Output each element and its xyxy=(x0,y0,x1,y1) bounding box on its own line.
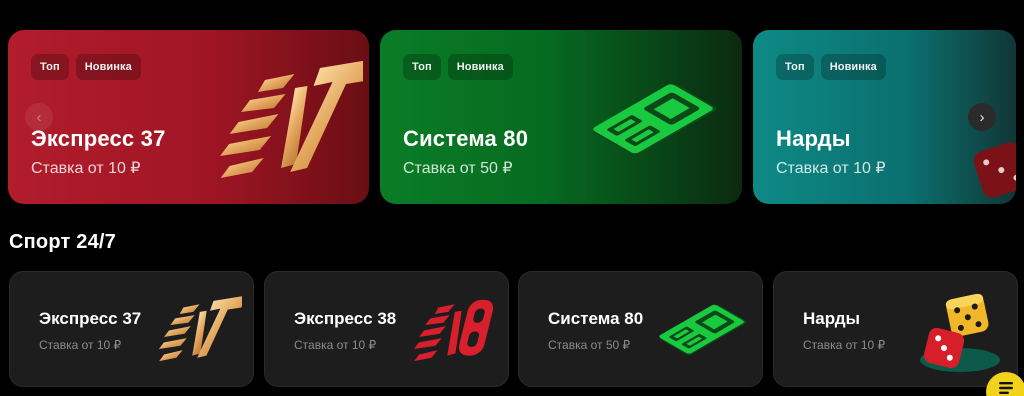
carousel-prev-button[interactable]: ‹ xyxy=(25,103,53,131)
tag-top: Топ xyxy=(776,54,814,80)
tag-top: Топ xyxy=(31,54,69,80)
express-38-logo xyxy=(413,299,494,362)
card-subtitle: Ставка от 10 ₽ xyxy=(294,338,377,352)
sistema-80-logo xyxy=(659,304,747,356)
banner-express-37[interactable]: Топ Новинка Экспресс 37 Ставка от 10 ₽ xyxy=(8,30,369,204)
card-subtitle: Ставка от 50 ₽ xyxy=(548,338,631,352)
game-card-express-38[interactable]: Экспресс 38 Ставка от 10 ₽ xyxy=(264,271,509,387)
banner-sistema-80[interactable]: Топ Новинка Система 80 Ставка от 50 ₽ xyxy=(380,30,742,204)
chevron-left-icon: ‹ xyxy=(36,108,42,126)
game-card-sistema-80[interactable]: Система 80 Ставка от 50 ₽ xyxy=(518,271,763,387)
dice-icon xyxy=(920,293,1000,372)
sistema-80-logo xyxy=(593,84,717,156)
banner-subtitle: Ставка от 50 ₽ xyxy=(403,160,513,177)
tag-top: Топ xyxy=(403,54,441,80)
express-37-logo xyxy=(158,295,242,362)
banner-subtitle: Ставка от 10 ₽ xyxy=(776,160,886,177)
express-37-logo xyxy=(220,58,363,178)
tag-new: Новинка xyxy=(75,54,141,80)
banner-tags: Топ Новинка xyxy=(31,54,141,80)
section-title: Спорт 24/7 xyxy=(9,231,116,253)
tag-new: Новинка xyxy=(447,54,513,80)
tag-new: Новинка xyxy=(820,54,886,80)
carousel-next-button[interactable]: › xyxy=(968,103,996,131)
game-card-express-37[interactable]: Экспресс 37 Ставка от 10 ₽ xyxy=(9,271,254,387)
card-title: Экспресс 37 xyxy=(39,309,142,328)
card-subtitle: Ставка от 10 ₽ xyxy=(39,338,122,352)
dice-icon xyxy=(973,142,1016,198)
chevron-right-icon: › xyxy=(979,108,985,126)
promo-carousel: Топ Новинка Экспресс 37 Ставка от 10 ₽ Т… xyxy=(0,0,1024,215)
chat-menu-icon xyxy=(999,382,1013,394)
banner-subtitle: Ставка от 10 ₽ xyxy=(31,160,141,177)
card-title: Нарды xyxy=(803,309,861,328)
banner-tags: Топ Новинка xyxy=(776,54,886,80)
card-title: Экспресс 38 xyxy=(294,309,397,328)
card-subtitle: Ставка от 10 ₽ xyxy=(803,338,886,352)
game-card-nardy[interactable]: Нарды Ставка от 10 ₽ xyxy=(773,271,1018,387)
banner-tags: Топ Новинка xyxy=(403,54,513,80)
banner-title: Экспресс 37 xyxy=(31,126,166,151)
banner-title: Система 80 xyxy=(403,126,529,151)
card-title: Система 80 xyxy=(548,309,644,328)
banner-title: Нарды xyxy=(776,126,851,151)
